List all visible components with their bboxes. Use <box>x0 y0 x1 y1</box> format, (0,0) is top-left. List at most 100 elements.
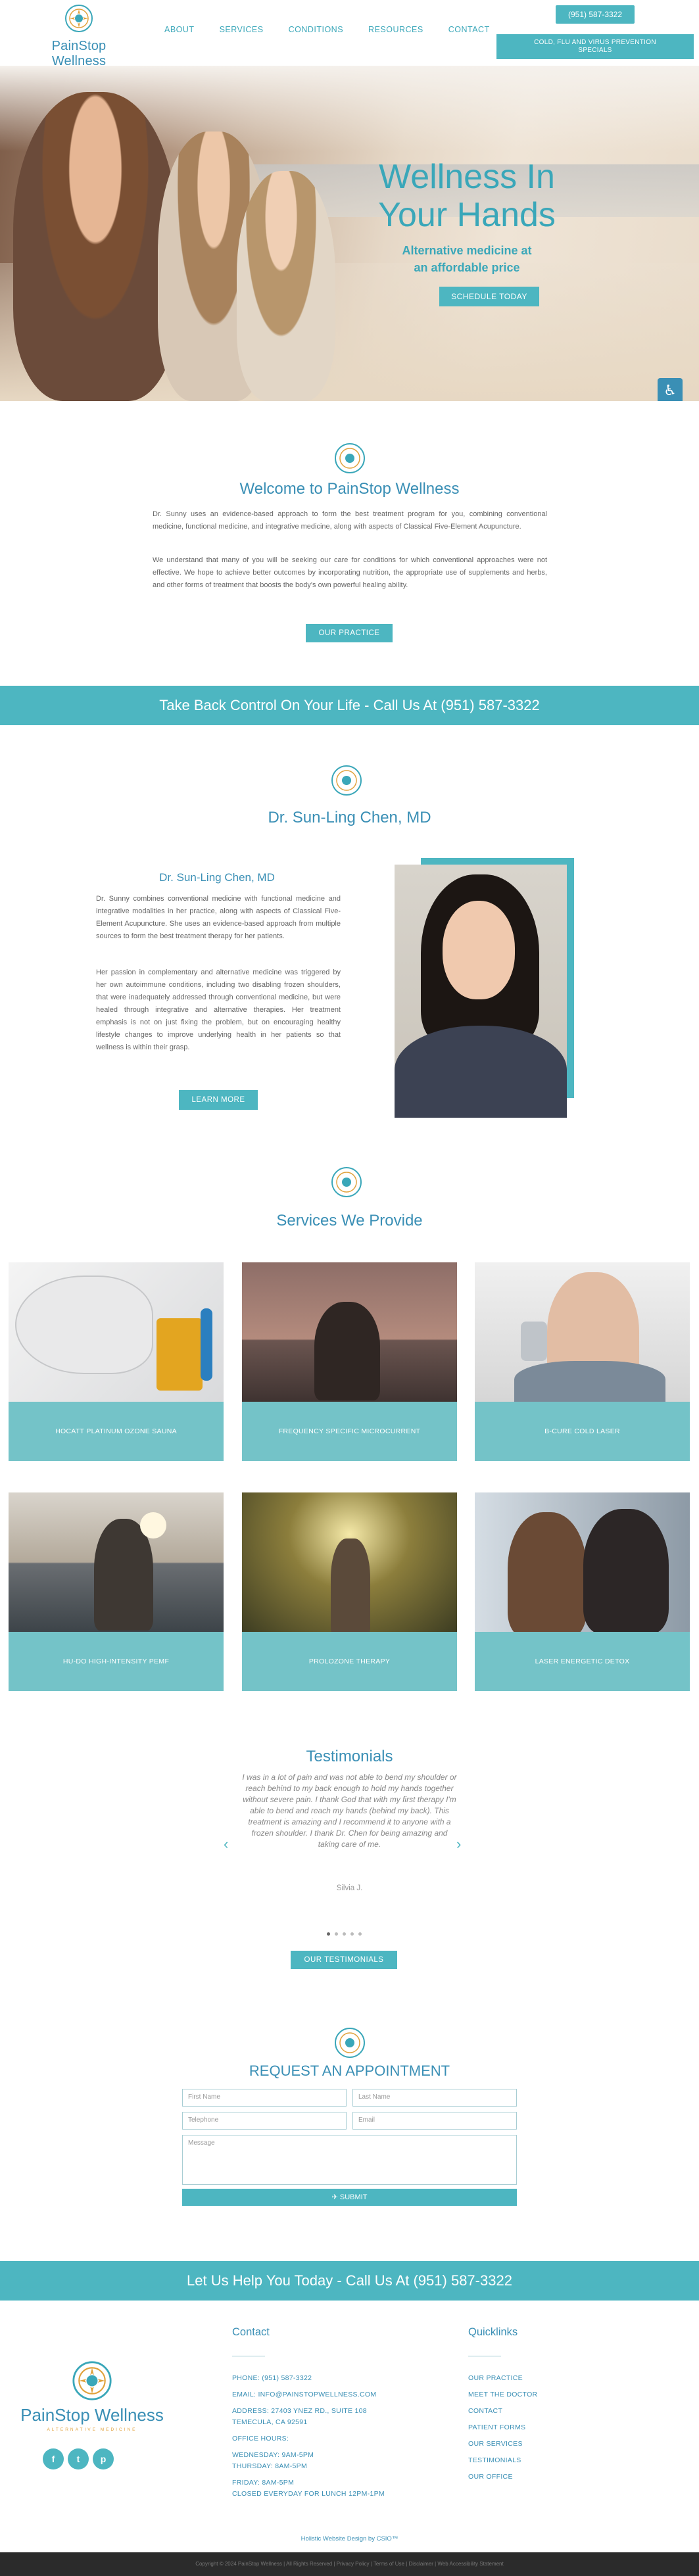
chevron-left-icon[interactable]: ‹ <box>224 1836 228 1853</box>
service-card-laser-detox[interactable]: LASER ENERGETIC DETOX <box>475 1492 690 1691</box>
quicklink-patient-forms[interactable]: PATIENT FORMS <box>468 2423 525 2431</box>
our-practice-button[interactable]: OUR PRACTICE <box>306 624 393 642</box>
nav-services[interactable]: SERVICES <box>220 25 264 34</box>
quicklink-meet-doctor[interactable]: MEET THE DOCTOR <box>468 2391 537 2398</box>
our-testimonials-button[interactable]: OUR TESTIMONIALS <box>291 1951 397 1969</box>
footer-credit[interactable]: Holistic Website Design by CSIO™ <box>0 2535 699 2542</box>
service-label: LASER ENERGETIC DETOX <box>475 1632 690 1691</box>
covid-specials-button[interactable]: COLD, FLU AND VIRUS PREVENTION SPECIALS <box>496 34 694 59</box>
email-field[interactable]: Email <box>352 2112 517 2130</box>
hero-subtitle-line2: an affordable price <box>414 261 520 274</box>
brand-logo[interactable]: PainStop Wellness ALTERNATIVE MEDICINE <box>26 4 132 74</box>
service-label: FREQUENCY SPECIFIC MICROCURRENT <box>242 1402 457 1461</box>
site-header: PainStop Wellness ALTERNATIVE MEDICINE A… <box>0 0 699 74</box>
covid-button-line2: SPECIALS <box>578 47 612 54</box>
testimonial-author: Silvia J. <box>336 1884 363 1892</box>
footer-hours-fri: FRIDAY: 8AM-5PM <box>232 2479 295 2487</box>
service-card-microcurrent[interactable]: FREQUENCY SPECIFIC MICROCURRENT <box>242 1262 457 1461</box>
call-banner-bottom[interactable]: Let Us Help You Today - Call Us At (951)… <box>0 2261 699 2301</box>
nav-resources[interactable]: RESOURCES <box>368 25 423 34</box>
footer-address-1: ADDRESS: 27403 YNEZ RD., SUITE 108 <box>232 2407 367 2415</box>
facebook-icon[interactable]: f <box>43 2448 64 2469</box>
service-card-cold-laser[interactable]: B-CURE COLD LASER <box>475 1262 690 1461</box>
submit-button[interactable]: ✈ SUBMIT <box>182 2189 517 2206</box>
hero-title: Wellness In Your Hands <box>355 158 579 234</box>
nav-conditions[interactable]: CONDITIONS <box>289 25 343 34</box>
twitter-icon[interactable]: t <box>68 2448 89 2469</box>
chevron-right-icon[interactable]: › <box>456 1836 461 1853</box>
doctor-paragraph-2: Her passion in complementary and alterna… <box>96 968 341 1051</box>
carousel-dot[interactable] <box>350 1932 354 1936</box>
footer-brand-name: PainStop Wellness <box>20 2405 164 2425</box>
service-card-ozone-sauna[interactable]: HOCATT PLATINUM OZONE SAUNA <box>9 1262 224 1461</box>
footer-address-2: TEMECULA, CA 92591 <box>232 2418 308 2426</box>
first-name-field[interactable]: First Name <box>182 2089 347 2107</box>
lotus-emblem-icon <box>331 1167 362 1197</box>
doctor-photo <box>395 865 567 1118</box>
covid-button-line1: COLD, FLU AND VIRUS PREVENTION <box>534 39 656 46</box>
footer-hours-wed: WEDNESDAY: 9AM-5PM <box>232 2451 314 2459</box>
quicklink-our-services[interactable]: OUR SERVICES <box>468 2440 523 2448</box>
pinterest-icon[interactable]: p <box>93 2448 114 2469</box>
footer-brand-tagline: ALTERNATIVE MEDICINE <box>47 2427 137 2432</box>
service-label: HU-DO HIGH-INTENSITY PEMF <box>9 1632 224 1691</box>
message-field[interactable]: Message <box>182 2135 517 2185</box>
service-image-prolozone <box>242 1492 457 1632</box>
footer-quicklinks-title: Quicklinks <box>468 2326 518 2338</box>
footer-phone[interactable]: PHONE: (951) 587-3322 <box>232 2374 312 2382</box>
carousel-dot[interactable] <box>335 1932 338 1936</box>
brand-name: PainStop Wellness <box>51 39 107 68</box>
service-card-pemf[interactable]: HU-DO HIGH-INTENSITY PEMF <box>9 1492 224 1691</box>
testimonial-quote: I was in a lot of pain and was not able … <box>242 1773 457 1849</box>
call-banner-top[interactable]: Take Back Control On Your Life - Call Us… <box>0 686 699 725</box>
hero-title-line2: Your Hands <box>378 196 556 234</box>
testimonials-title: Testimonials <box>306 1748 393 1765</box>
appointment-title: REQUEST AN APPOINTMENT <box>249 2063 450 2079</box>
hero-woman-1 <box>13 92 178 401</box>
nav-contact[interactable]: CONTACT <box>448 25 490 34</box>
service-image-laser-detox <box>475 1492 690 1632</box>
quicklink-our-practice[interactable]: OUR PRACTICE <box>468 2374 523 2382</box>
phone-button[interactable]: (951) 587-3322 <box>556 5 635 24</box>
quicklink-our-office[interactable]: OUR OFFICE <box>468 2473 513 2481</box>
schedule-today-button[interactable]: SCHEDULE TODAY <box>439 287 539 306</box>
lotus-emblem-icon <box>335 2028 365 2058</box>
service-image-cold-laser <box>475 1262 690 1402</box>
service-image-ozone-sauna <box>9 1262 224 1402</box>
welcome-title: Welcome to PainStop Wellness <box>239 480 460 498</box>
learn-more-button[interactable]: LEARN MORE <box>179 1090 258 1110</box>
service-image-pemf <box>9 1492 224 1632</box>
doctor-face <box>443 901 515 999</box>
welcome-paragraph-1: Dr. Sunny uses an evidence-based approac… <box>153 510 547 531</box>
carousel-dot[interactable] <box>327 1932 330 1936</box>
hero-banner: Wellness In Your Hands Alternative medic… <box>0 66 699 401</box>
lotus-emblem-icon <box>331 765 362 796</box>
hero-title-line1: Wellness In <box>379 158 555 196</box>
carousel-dot[interactable] <box>343 1932 346 1936</box>
telephone-field[interactable]: Telephone <box>182 2112 347 2130</box>
service-card-prolozone[interactable]: PROLOZONE THERAPY <box>242 1492 457 1691</box>
doctor-jacket <box>395 1026 567 1118</box>
nav-about[interactable]: ABOUT <box>164 25 195 34</box>
lotus-logo-icon <box>65 5 93 32</box>
submit-label: SUBMIT <box>339 2193 368 2201</box>
quicklink-testimonials[interactable]: TESTIMONIALS <box>468 2456 521 2464</box>
last-name-field[interactable]: Last Name <box>352 2089 517 2107</box>
copyright-bar: Copyright © 2024 PainStop Wellness | All… <box>0 2552 699 2576</box>
main-nav: ABOUT SERVICES CONDITIONS RESOURCES CONT… <box>164 25 515 34</box>
quicklink-contact[interactable]: CONTACT <box>468 2407 502 2415</box>
service-label: B-CURE COLD LASER <box>475 1402 690 1461</box>
footer-email[interactable]: EMAIL: INFO@PAINSTOPWELLNESS.COM <box>232 2391 376 2398</box>
carousel-dots <box>327 1932 362 1936</box>
carousel-dot[interactable] <box>358 1932 362 1936</box>
hero-subtitle-line1: Alternative medicine at <box>402 244 532 257</box>
welcome-paragraph-2: We understand that many of you will be s… <box>153 556 547 589</box>
footer-logo[interactable]: PainStop Wellness ALTERNATIVE MEDICINE <box>20 2360 164 2432</box>
service-image-microcurrent <box>242 1262 457 1402</box>
service-label: HOCATT PLATINUM OZONE SAUNA <box>9 1402 224 1461</box>
doctor-title: Dr. Sun-Ling Chen, MD <box>268 809 431 826</box>
accessibility-icon[interactable]: ♿ <box>658 378 683 401</box>
footer-lunch: CLOSED EVERYDAY FOR LUNCH 12PM-1PM <box>232 2490 385 2498</box>
footer-contact-title: Contact <box>232 2326 270 2338</box>
doctor-subtitle: Dr. Sun-Ling Chen, MD <box>159 871 275 884</box>
